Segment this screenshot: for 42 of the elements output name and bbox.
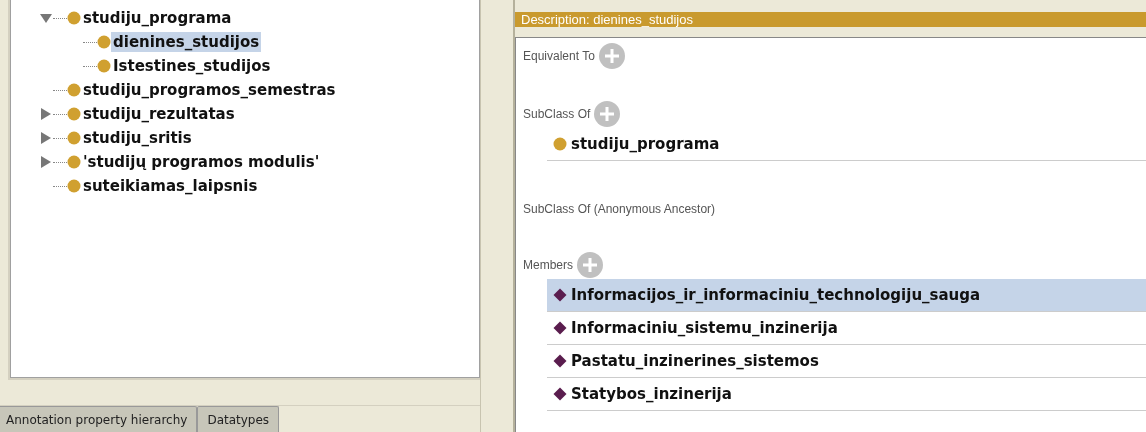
tree-item[interactable]: dienines_studijos [111, 32, 262, 52]
tree-item[interactable]: studiju_programos_semestras [81, 80, 338, 100]
panel-title: Description: dienines_studijos [515, 12, 1146, 27]
tree-item[interactable]: Istestines_studijos [111, 56, 273, 76]
class-icon [67, 11, 81, 25]
list-row[interactable]: Informaciniu_sistemu_inzinerija [547, 312, 1146, 345]
expand-icon[interactable] [39, 131, 53, 145]
tab[interactable]: Datatypes [197, 406, 280, 432]
individual-icon [553, 321, 567, 335]
class-icon [553, 137, 567, 151]
section-label: SubClass Of (Anonymous Ancestor) [523, 201, 716, 218]
list-label: Pastatu_inzinerines_sistemos [571, 350, 819, 372]
class-icon [67, 107, 81, 121]
expand-icon[interactable] [39, 155, 53, 169]
collapse-icon[interactable] [39, 11, 53, 25]
list-row[interactable]: Informacijos_ir_informaciniu_technologiju_sauga [547, 279, 1146, 312]
list-label: Informacijos_ir_informaciniu_technologiju_sauga [571, 284, 981, 306]
tree-item[interactable]: studiju_sritis [81, 128, 194, 148]
list-row[interactable]: Statybos_inzinerija [547, 378, 1146, 411]
expand-icon[interactable] [39, 107, 53, 121]
tree-item[interactable]: suteikiamas_laipsnis [81, 176, 260, 196]
tab[interactable]: Annotation property hierarchy [0, 406, 198, 432]
class-icon [97, 59, 111, 73]
list-row[interactable]: studiju_programa [547, 128, 1146, 161]
individual-icon [553, 387, 567, 401]
class-icon [67, 179, 81, 193]
tree-item[interactable]: 'studijų programos modulis' [81, 152, 322, 172]
class-icon [67, 131, 81, 145]
class-icon [67, 155, 81, 169]
class-icon [97, 35, 111, 49]
class-icon [67, 83, 81, 97]
tree-item[interactable]: studiju_rezultatas [81, 104, 237, 124]
list-label: studiju_programa [571, 133, 720, 155]
tree-item[interactable]: studiju_programa [81, 8, 234, 28]
section-label: Equivalent To [523, 48, 595, 65]
list-label: Informaciniu_sistemu_inzinerija [571, 317, 838, 339]
list-label: Statybos_inzinerija [571, 383, 732, 405]
section-label: Members [523, 257, 573, 274]
section-label: SubClass Of [523, 106, 591, 123]
individual-icon [553, 354, 567, 368]
list-row[interactable]: Pastatu_inzinerines_sistemos [547, 345, 1146, 378]
individual-icon [553, 288, 567, 302]
